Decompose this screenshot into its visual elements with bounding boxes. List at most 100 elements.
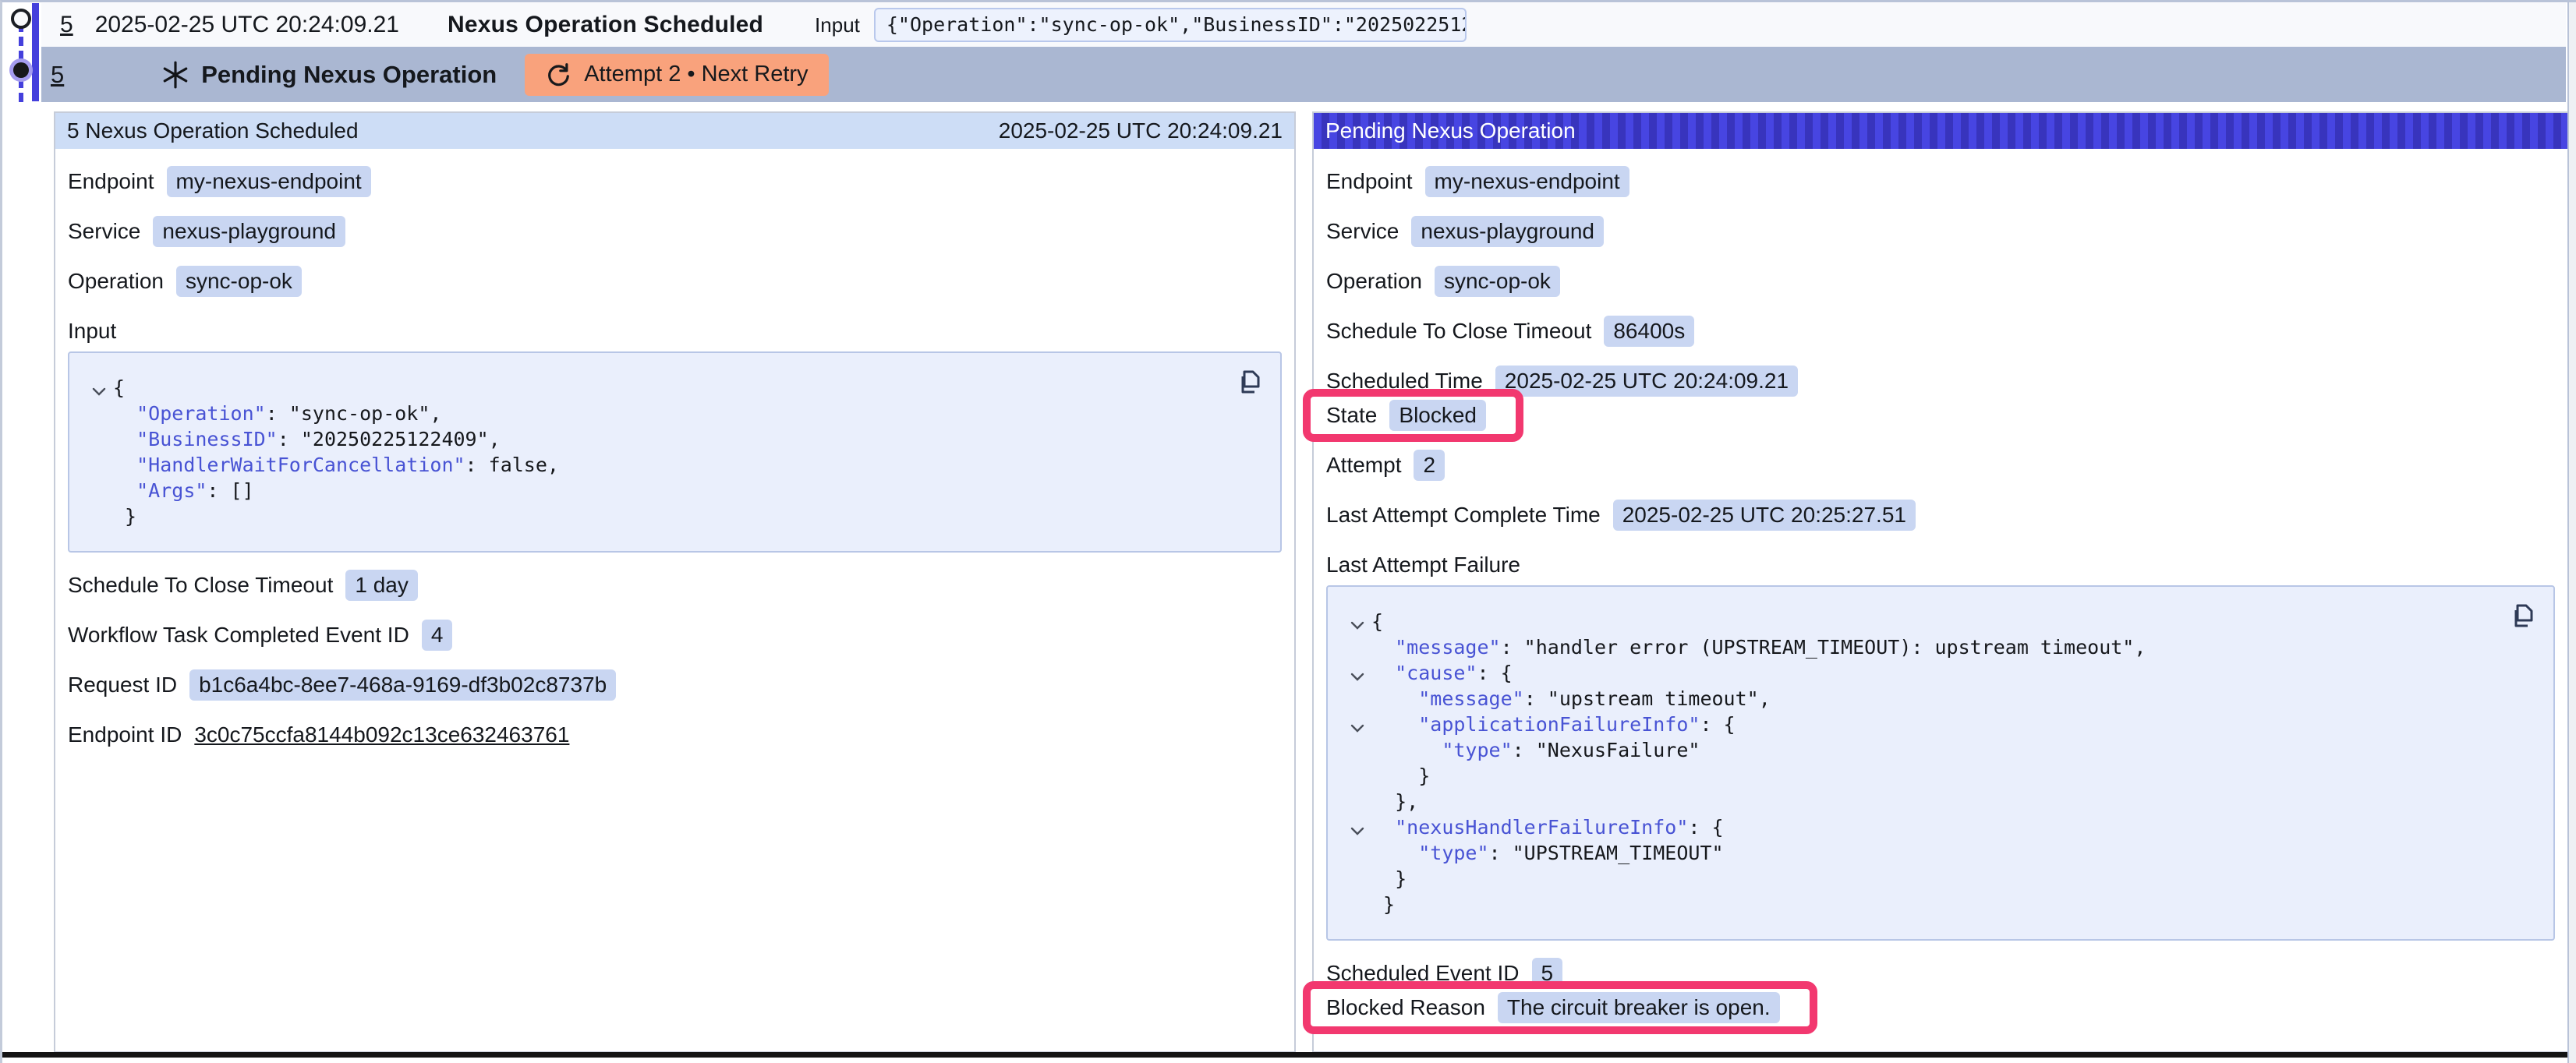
json-gutter: [85, 430, 113, 456]
field-value-chip: 2025-02-25 UTC 20:24:09.21: [1495, 366, 1798, 397]
field-label: Schedule To Close Timeout: [1326, 319, 1591, 344]
chevron-down-icon[interactable]: [1343, 664, 1371, 690]
field-value-chip: nexus-playground: [153, 216, 345, 247]
json-line: }: [1343, 763, 2538, 789]
copy-icon[interactable]: [2505, 601, 2536, 632]
input-json-viewer: { "Operation": "sync-op-ok", "BusinessID…: [68, 351, 1282, 553]
json-line: "cause": {: [1343, 660, 2538, 686]
event-detail-panel-title: 5 Nexus Operation Scheduled: [67, 118, 359, 143]
field-value-chip: sync-op-ok: [176, 266, 302, 297]
field-row-state: StateBlocked: [1326, 398, 1486, 433]
json-line: }: [85, 503, 1265, 529]
json-line: "Args": []: [85, 478, 1265, 503]
json-line: {: [85, 375, 1265, 401]
json-code-text: },: [1371, 789, 1418, 814]
json-line: {: [1343, 609, 2538, 634]
field-value-chip: 2: [1414, 450, 1445, 481]
bottom-separator-line: [2, 1052, 2569, 1058]
json-code-text: "nexusHandlerFailureInfo": {: [1371, 814, 1724, 840]
json-line: "message": "upstream timeout",: [1343, 686, 2538, 712]
chevron-down-icon[interactable]: [1343, 818, 1371, 844]
json-line: "nexusHandlerFailureInfo": {: [1343, 814, 2538, 840]
field-label: Service: [68, 219, 140, 244]
json-line: }: [1343, 892, 2538, 917]
field-row-request-id: Request IDb1c6a4bc-8ee7-468a-9169-df3b02…: [68, 668, 616, 702]
event-detail-panel: 5 Nexus Operation Scheduled 2025-02-25 U…: [54, 111, 1296, 1053]
json-gutter: [85, 482, 113, 507]
field-value-chip: my-nexus-endpoint: [1425, 166, 1629, 197]
json-line: "applicationFailureInfo": {: [1343, 712, 2538, 737]
json-gutter: [1343, 690, 1371, 715]
json-code-text: "cause": {: [1371, 660, 1513, 686]
event-input-label: Input: [815, 13, 860, 37]
field-label: Request ID: [68, 673, 177, 697]
field-row-service: Service nexus-playground: [1326, 214, 1604, 249]
field-row-schedule-to-close-timeout: Schedule To Close Timeout 86400s: [1326, 314, 1694, 348]
field-value-chip: 2025-02-25 UTC 20:25:27.51: [1613, 500, 1916, 531]
field-value-chip: 86400s: [1604, 316, 1694, 347]
json-code-text: {: [1371, 609, 1383, 634]
field-row-blocked-reason: Blocked ReasonThe circuit breaker is ope…: [1326, 991, 1780, 1025]
json-code-text: "HandlerWaitForCancellation": false,: [113, 452, 559, 478]
json-line: },: [1343, 789, 2538, 814]
field-label: Endpoint ID: [68, 722, 182, 747]
pending-operation-row[interactable]: 5 Pending Nexus Operation Attempt 2 • Ne…: [41, 47, 2566, 102]
json-line: "Operation": "sync-op-ok",: [85, 401, 1265, 426]
json-code-text: }: [1371, 763, 1430, 789]
pending-operation-panel-title: Pending Nexus Operation: [1325, 118, 1576, 143]
right-edge-strip: [2567, 2, 2576, 1063]
event-title: Nexus Operation Scheduled: [448, 12, 763, 38]
json-code-text: "type": "UPSTREAM_TIMEOUT": [1371, 840, 1724, 866]
json-code-text: }: [1371, 866, 1407, 892]
retry-icon: [545, 62, 571, 88]
field-value-chip: my-nexus-endpoint: [167, 166, 371, 197]
field-value-chip: sync-op-ok: [1435, 266, 1560, 297]
field-label: Workflow Task Completed Event ID: [68, 623, 409, 648]
field-value-chip: nexus-playground: [1411, 216, 1604, 247]
input-section-label: Input: [68, 319, 1282, 344]
chevron-down-icon[interactable]: [1343, 613, 1371, 638]
field-row-workflow-task-completed-event-id: Workflow Task Completed Event ID4: [68, 618, 452, 652]
pending-event-id-link[interactable]: 5: [51, 61, 64, 89]
event-detail-panel-header: 5 Nexus Operation Scheduled 2025-02-25 U…: [55, 113, 1294, 149]
json-code-text: }: [1371, 892, 1395, 917]
timeline-filled-circle-icon: [13, 62, 29, 78]
json-line: }: [1343, 866, 2538, 892]
event-timeline: [2, 2, 43, 105]
copy-icon[interactable]: [1232, 367, 1263, 398]
json-gutter: [1343, 895, 1371, 921]
field-label: Service: [1326, 219, 1399, 244]
event-input-preview-chip[interactable]: {"Operation":"sync-op-ok","BusinessID":"…: [874, 8, 1467, 42]
field-label: Endpoint: [1326, 169, 1413, 194]
json-line: "type": "UPSTREAM_TIMEOUT": [1343, 840, 2538, 866]
json-code-text: "type": "NexusFailure": [1371, 737, 1700, 763]
endpoint-id-link[interactable]: 3c0c75ccfa8144b092c13ce632463761: [194, 722, 569, 747]
json-gutter: [85, 404, 113, 430]
field-row-operation: Operation sync-op-ok: [68, 264, 302, 298]
failure-json-viewer: { "message": "handler error (UPSTREAM_TI…: [1326, 585, 2555, 941]
chevron-down-icon[interactable]: [85, 379, 113, 404]
field-label: Operation: [68, 269, 164, 294]
json-code-text: "applicationFailureInfo": {: [1371, 712, 1736, 737]
json-gutter: [1343, 844, 1371, 870]
field-row-endpoint-id: Endpoint ID 3c0c75ccfa8144b092c13ce632463…: [68, 718, 569, 752]
highlight-annotation: StateBlocked: [1303, 389, 1523, 442]
field-row-operation: Operationsync-op-ok: [1326, 264, 1560, 298]
last-attempt-failure-label: Last Attempt Failure: [1326, 553, 2555, 577]
json-gutter: [1343, 870, 1371, 895]
json-code-text: "BusinessID": "20250225122409",: [113, 426, 501, 452]
field-value-chip: 1 day: [345, 570, 418, 601]
event-id-link[interactable]: 5: [60, 12, 73, 38]
json-gutter: [85, 456, 113, 482]
field-row-endpoint: Endpoint my-nexus-endpoint: [1326, 164, 1629, 199]
chevron-down-icon[interactable]: [1343, 715, 1371, 741]
json-gutter: [1343, 638, 1371, 664]
json-line: "BusinessID": "20250225122409",: [85, 426, 1265, 452]
json-code-text: "Args": []: [113, 478, 254, 503]
timeline-active-bar: [32, 3, 39, 101]
event-summary-row[interactable]: 5 2025-02-25 UTC 20:24:09.21 Nexus Opera…: [41, 3, 2566, 47]
json-gutter: [85, 507, 113, 533]
field-row-endpoint: Endpointmy-nexus-endpoint: [68, 164, 371, 199]
event-detail-panel-timestamp: 2025-02-25 UTC 20:24:09.21: [999, 118, 1283, 143]
json-line: "message": "handler error (UPSTREAM_TIME…: [1343, 634, 2538, 660]
